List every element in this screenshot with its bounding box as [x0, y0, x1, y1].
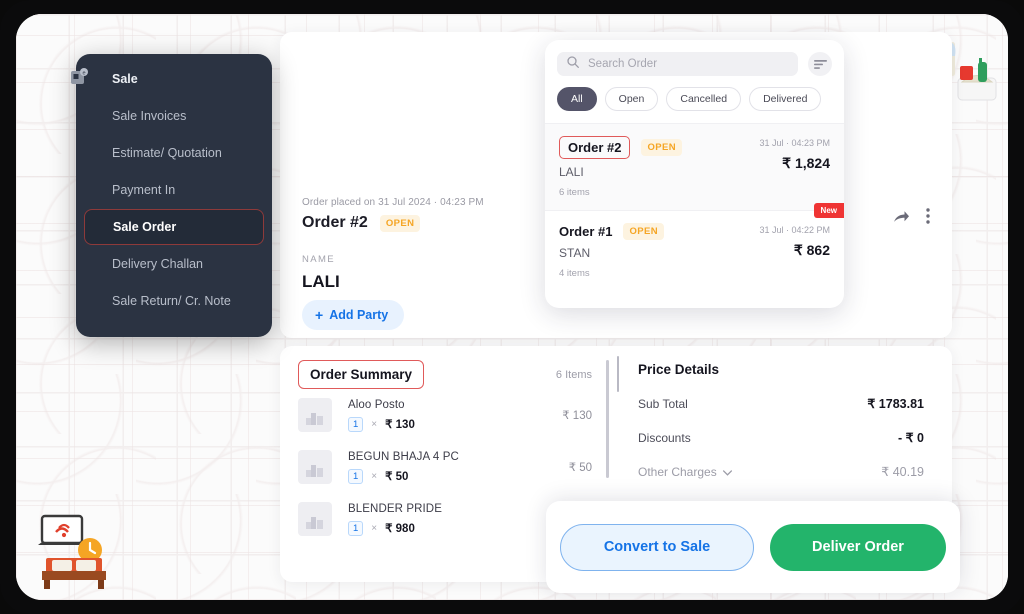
multiply-icon: ×: [371, 522, 378, 534]
search-icon: [567, 55, 579, 73]
order-action-bar: Convert to Sale Deliver Order: [546, 501, 960, 593]
price-row-subtotal: Sub Total ₹ 1783.81: [638, 396, 924, 412]
share-icon[interactable]: [893, 209, 910, 224]
order-id: Order #1: [559, 224, 613, 239]
list-item[interactable]: Aloo Posto 1 × ₹ 130 ₹ 130: [280, 389, 616, 441]
item-quantity: 1: [348, 468, 364, 484]
order-placed-on: Order placed on 31 Jul 2024 · 04:23 PM: [302, 197, 484, 208]
item-image-placeholder-icon: [298, 398, 332, 432]
sidebar-item-sale-return[interactable]: Sale Return/ Cr. Note: [84, 283, 264, 319]
item-unit-price: ₹ 50: [385, 471, 409, 483]
order-card-actions: [893, 208, 930, 224]
order-list-item[interactable]: Order #2 OPEN 31 Jul · 04:23 PM LALI ₹ 1…: [545, 123, 844, 210]
order-summary-count: 6 Items: [555, 368, 592, 381]
item-name: Aloo Posto: [348, 398, 405, 411]
app-canvas: Order placed on 31 Jul 2024 · 04:23 PM O…: [16, 14, 1008, 600]
item-unit-price: ₹ 130: [385, 419, 415, 431]
chevron-down-icon[interactable]: [722, 465, 732, 479]
price-label: Other Charges: [638, 464, 717, 479]
order-status-badge: OPEN: [623, 223, 665, 240]
item-line-total: ₹ 50: [568, 462, 592, 474]
price-value: ₹ 1783.81: [867, 397, 924, 411]
order-status-badge: OPEN: [641, 139, 683, 156]
sidebar-item-estimate-quotation[interactable]: Estimate/ Quotation: [84, 135, 264, 171]
order-amount: ₹ 1,824: [782, 155, 830, 171]
search-box[interactable]: [557, 52, 798, 76]
order-title-row: Order #2 OPEN: [302, 214, 421, 232]
device-frame: Order placed on 31 Jul 2024 · 04:23 PM O…: [0, 0, 1024, 614]
order-summary-title: Order Summary: [298, 360, 425, 389]
multiply-icon: ×: [371, 418, 378, 430]
summary-scrollbar[interactable]: [606, 360, 609, 478]
page-title: Order #2: [302, 214, 368, 231]
sidebar-item-payment-in[interactable]: Payment In: [84, 172, 264, 208]
svg-text:e: e: [82, 71, 85, 77]
plus-icon: +: [315, 307, 324, 323]
order-list-item[interactable]: New Order #1 OPEN 31 Jul · 04:22 PM STAN…: [545, 203, 844, 291]
order-timestamp: 31 Jul · 04:22 PM: [759, 225, 830, 235]
item-line-total: ₹ 130: [562, 410, 592, 422]
order-customer: STAN: [559, 246, 591, 260]
filter-chip-row: All Open Cancelled Delivered: [545, 76, 844, 123]
deliver-order-button[interactable]: Deliver Order: [770, 523, 946, 571]
item-unit-price: ₹ 980: [385, 523, 415, 535]
order-summary-header: Order Summary 6 Items: [280, 346, 616, 389]
search-input[interactable]: [588, 58, 788, 70]
order-item-count: 6 items: [559, 187, 590, 198]
multiply-icon: ×: [371, 470, 378, 482]
price-details-title: Price Details: [638, 362, 720, 377]
sidebar-item-delivery-challan[interactable]: Delivery Challan: [84, 246, 264, 282]
order-amount: ₹ 862: [793, 242, 830, 258]
item-quantity: 1: [348, 416, 364, 432]
customer-name-block: NAME LALI: [302, 254, 340, 292]
column-divider: [617, 356, 619, 392]
panel-search-row: [545, 40, 844, 76]
order-timestamp: 31 Jul · 04:23 PM: [759, 138, 830, 148]
price-row-other-charges[interactable]: Other Charges ₹ 40.19: [638, 464, 924, 480]
status-badge: OPEN: [379, 214, 421, 232]
order-id: Order #2: [559, 136, 631, 159]
order-item-count: 4 items: [559, 268, 590, 279]
price-value: - ₹ 0: [897, 431, 924, 445]
new-badge: New: [813, 203, 844, 218]
price-label: Discounts: [638, 430, 691, 445]
item-image-placeholder-icon: [298, 450, 332, 484]
order-list-panel: All Open Cancelled Delivered Order #2 OP…: [545, 40, 844, 308]
chip-cancelled[interactable]: Cancelled: [666, 87, 742, 111]
sidebar-menu: e Sale Sale Invoices Estimate/ Quotation…: [71, 54, 272, 337]
convert-to-sale-button[interactable]: Convert to Sale: [560, 523, 754, 571]
chip-all[interactable]: All: [557, 87, 597, 111]
more-vertical-icon[interactable]: [926, 208, 930, 224]
name-value: LALI: [302, 272, 340, 291]
sidebar-item-sale[interactable]: Sale: [84, 61, 264, 97]
sidebar-item-sale-invoices[interactable]: Sale Invoices: [84, 98, 264, 134]
add-party-label: Add Party: [329, 308, 389, 322]
sidebar-item-sale-order[interactable]: Sale Order: [84, 209, 264, 245]
price-label: Sub Total: [638, 396, 688, 411]
chip-open[interactable]: Open: [604, 87, 659, 111]
chip-delivered[interactable]: Delivered: [749, 87, 822, 111]
item-quantity: 1: [348, 520, 364, 536]
price-row-discounts: Discounts - ₹ 0: [638, 430, 924, 446]
sale-badge-icon: e: [70, 67, 90, 87]
filter-icon[interactable]: [808, 52, 832, 76]
add-party-button[interactable]: + Add Party: [302, 300, 405, 330]
item-name: BEGUN BHAJA 4 PC: [348, 450, 459, 463]
price-value: ₹ 40.19: [881, 465, 924, 479]
item-name: BLENDER PRIDE: [348, 502, 442, 515]
name-label: NAME: [302, 254, 336, 265]
item-image-placeholder-icon: [298, 502, 332, 536]
list-item[interactable]: BEGUN BHAJA 4 PC 1 × ₹ 50 ₹ 50: [280, 441, 616, 493]
